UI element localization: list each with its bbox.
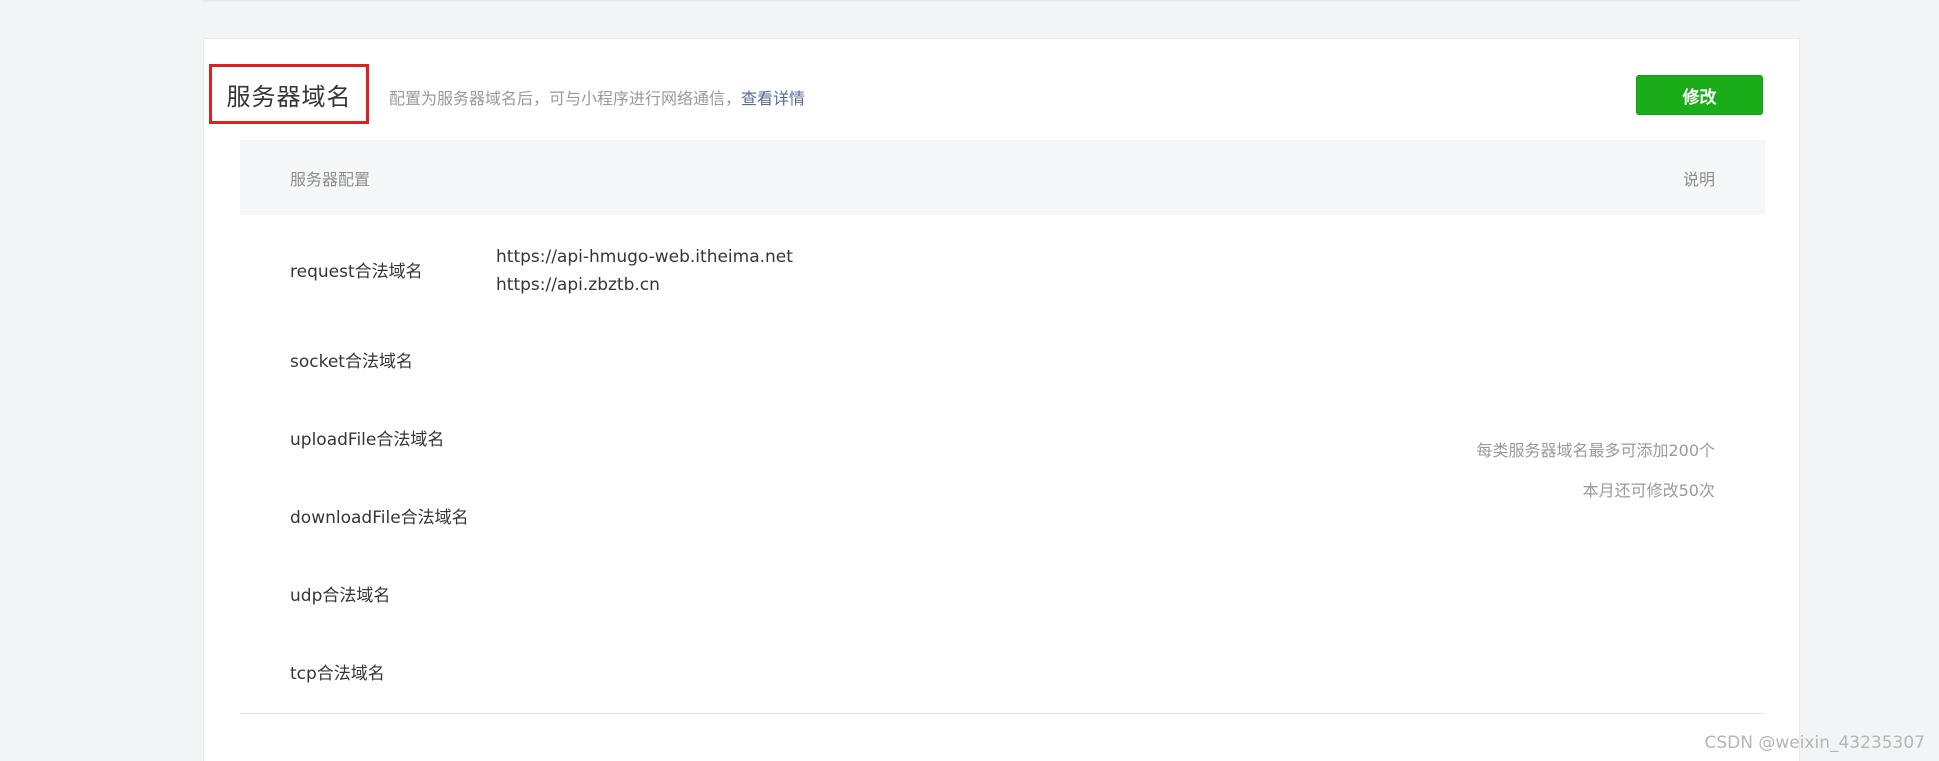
note-remaining-edits: 本月还可修改50次	[1582, 481, 1715, 500]
request-domain-item: https://api-hmugo-web.itheima.net	[496, 247, 793, 267]
table-header: 服务器配置 说明	[240, 140, 1765, 215]
row-label-uploadfile: uploadFile合法域名	[290, 430, 445, 450]
details-link[interactable]: 查看详情	[741, 89, 805, 108]
watermark: CSDN @weixin_43235307	[1704, 733, 1925, 753]
edit-button[interactable]: 修改	[1636, 75, 1763, 115]
table-body: request合法域名 https://api-hmugo-web.itheim…	[240, 215, 1765, 714]
row-label-tcp: tcp合法域名	[290, 664, 385, 684]
previous-card	[203, 0, 1800, 1]
row-label-request: request合法域名	[290, 262, 423, 282]
section-title: 服务器域名	[226, 82, 352, 111]
description-text: 配置为服务器域名后，可与小程序进行网络通信，	[389, 89, 742, 108]
section-description: 配置为服务器域名后，可与小程序进行网络通信，查看详情	[389, 85, 805, 109]
server-domain-card: 服务器域名 配置为服务器域名后，可与小程序进行网络通信，查看详情 修改 服务器配…	[203, 38, 1800, 761]
row-label-udp: udp合法域名	[290, 586, 391, 606]
request-domain-item: https://api.zbztb.cn	[496, 275, 660, 295]
title-highlight-box: 服务器域名	[209, 64, 369, 124]
request-domain-list: https://api-hmugo-web.itheima.net https:…	[496, 243, 793, 299]
server-config-table: 服务器配置 说明 request合法域名 https://api-hmugo-w…	[240, 140, 1765, 714]
row-label-socket: socket合法域名	[290, 352, 413, 372]
note-max-domains: 每类服务器域名最多可添加200个	[1476, 441, 1715, 460]
row-label-downloadfile: downloadFile合法域名	[290, 508, 469, 528]
domain-notes: 每类服务器域名最多可添加200个 本月还可修改50次	[1476, 431, 1715, 511]
header-description: 说明	[1682, 170, 1715, 189]
header-server-config: 服务器配置	[290, 170, 371, 189]
card-header: 服务器域名 配置为服务器域名后，可与小程序进行网络通信，查看详情 修改	[204, 39, 1799, 139]
